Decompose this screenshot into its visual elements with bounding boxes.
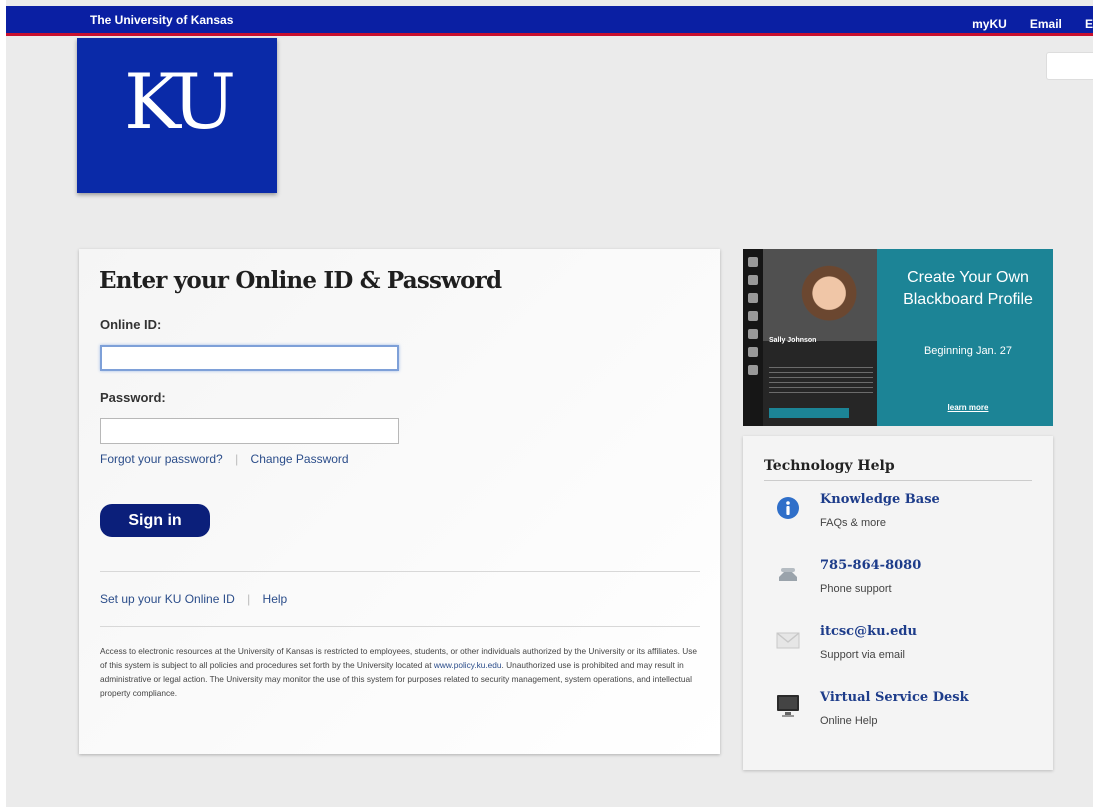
login-panel: Enter your Online ID & Password Online I…	[79, 249, 720, 754]
phone-icon	[779, 568, 797, 581]
more-link[interactable]: E	[1085, 17, 1093, 31]
online-id-field[interactable]	[100, 345, 399, 371]
logo-text: KU	[123, 57, 236, 146]
help-item-desc: Online Help	[820, 715, 878, 727]
link-separator: |	[235, 452, 239, 466]
avatar-icon	[748, 257, 758, 267]
technology-help-panel: Technology Help Knowledge Base FAQs & mo…	[743, 436, 1053, 770]
divider	[100, 626, 700, 627]
blackboard-promo-banner[interactable]: Sally Johnson Create Your Own Blackboard…	[743, 249, 1053, 426]
access-disclaimer: Access to electronic resources at the Un…	[100, 644, 704, 700]
profile-name: Sally Johnson	[769, 337, 817, 344]
sign-in-button[interactable]: Sign in	[100, 504, 210, 537]
help-link[interactable]: Help	[263, 592, 288, 606]
top-bar: The University of Kansas myKU Email E	[6, 6, 1093, 36]
profile-text	[769, 367, 873, 397]
password-links: Forgot your password? | Change Password	[100, 452, 349, 466]
policy-link[interactable]: www.policy.ku.edu	[434, 660, 502, 670]
password-label: Password:	[100, 390, 166, 405]
login-heading: Enter your Online ID & Password	[99, 267, 502, 294]
myku-link[interactable]: myKU	[972, 17, 1007, 31]
forgot-password-link[interactable]: Forgot your password?	[100, 452, 223, 466]
top-nav: myKU Email E	[954, 13, 1093, 32]
email-link[interactable]: Email	[1030, 17, 1062, 31]
link-separator: |	[247, 592, 251, 606]
settings-icon	[748, 365, 758, 375]
help-item-desc: Support via email	[820, 649, 905, 661]
divider	[100, 571, 700, 572]
mail-icon	[776, 632, 800, 649]
help-item-phone: 785-864-8080 Phone support	[743, 558, 1053, 608]
clock-icon	[748, 311, 758, 321]
ku-logo[interactable]: KU	[77, 38, 277, 193]
help-item-desc: FAQs & more	[820, 517, 887, 529]
profile-button	[769, 408, 849, 418]
password-field[interactable]	[100, 418, 399, 444]
home-icon	[748, 275, 758, 285]
help-item-service-desk: Virtual Service Desk Online Help	[743, 690, 1053, 740]
online-id-label: Online ID:	[100, 317, 162, 332]
help-item-knowledge-base: Knowledge Base FAQs & more	[743, 492, 1053, 542]
calendar-icon	[748, 293, 758, 303]
setup-online-id-link[interactable]: Set up your KU Online ID	[100, 592, 235, 606]
tech-help-title: Technology Help	[764, 458, 895, 474]
promo-subline: Beginning Jan. 27	[923, 345, 1013, 357]
phone-link[interactable]: 785-864-8080	[820, 558, 921, 573]
monitor-icon	[777, 695, 799, 717]
icon-strip	[743, 249, 763, 426]
knowledge-base-link[interactable]: Knowledge Base	[820, 492, 940, 507]
help-item-desc: Phone support	[820, 583, 892, 595]
divider	[764, 480, 1032, 481]
info-icon	[777, 497, 799, 519]
grades-icon	[748, 347, 758, 357]
university-link[interactable]: The University of Kansas	[90, 13, 233, 27]
setup-links: Set up your KU Online ID | Help	[100, 592, 287, 606]
email-support-link[interactable]: itcsc@ku.edu	[820, 624, 917, 639]
learn-more-link[interactable]: learn more	[883, 403, 1053, 412]
promo-headline: Create Your Own Blackboard Profile	[903, 269, 1033, 308]
search-input[interactable]	[1046, 52, 1093, 80]
virtual-service-desk-link[interactable]: Virtual Service Desk	[820, 690, 969, 705]
document-icon	[748, 329, 758, 339]
profile-photo	[763, 249, 877, 341]
change-password-link[interactable]: Change Password	[251, 452, 349, 466]
help-item-email: itcsc@ku.edu Support via email	[743, 624, 1053, 674]
